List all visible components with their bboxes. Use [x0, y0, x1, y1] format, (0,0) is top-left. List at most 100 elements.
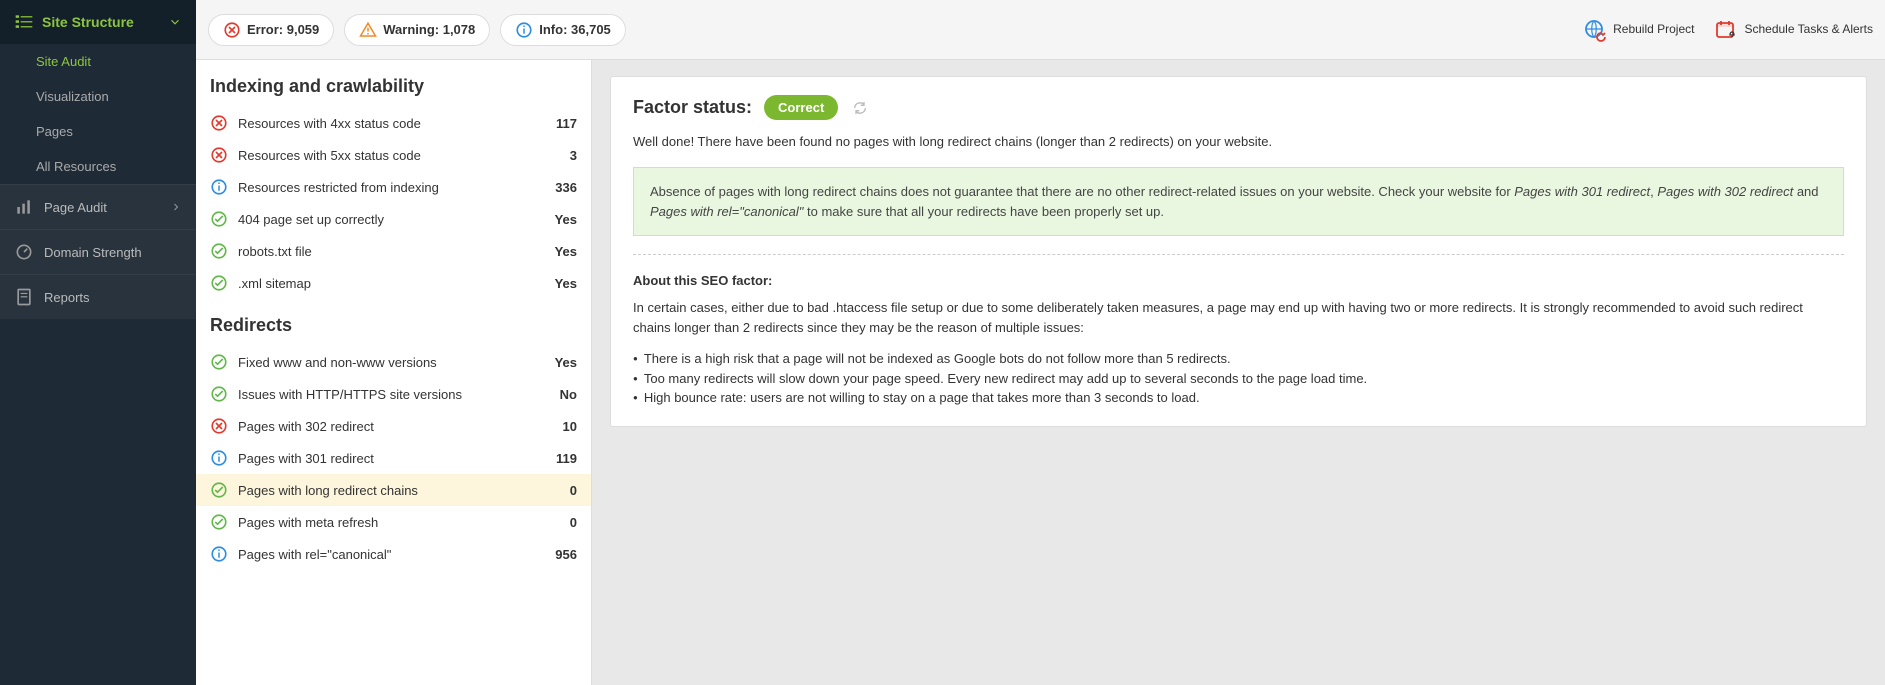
sidebar: Site Structure Site Audit Visualization … [0, 0, 196, 685]
factor-row[interactable]: Pages with rel="canonical"956 [196, 538, 591, 570]
factor-value: 3 [570, 148, 577, 163]
calendar-bell-icon [1714, 18, 1738, 42]
ok-icon [210, 481, 228, 499]
factor-label: Resources with 5xx status code [238, 148, 570, 163]
factor-row[interactable]: Resources with 5xx status code3 [196, 139, 591, 171]
category-indexing: Indexing and crawlability Resources with… [196, 60, 591, 299]
bullet-item: There is a high risk that a page will no… [633, 349, 1844, 369]
factor-value: 119 [556, 451, 577, 466]
info-icon [210, 178, 228, 196]
factor-value: 10 [563, 419, 577, 434]
action-schedule[interactable]: Schedule Tasks & Alerts [1714, 18, 1873, 42]
bullet-item: Too many redirects will slow down your p… [633, 369, 1844, 389]
nav-sub-site-audit[interactable]: Site Audit [0, 44, 196, 79]
factor-row[interactable]: Resources restricted from indexing336 [196, 171, 591, 203]
factor-value: Yes [555, 244, 577, 259]
factor-value: 956 [555, 547, 577, 562]
nav-sub-list: Site Audit Visualization Pages All Resou… [0, 44, 196, 184]
factor-row[interactable]: Resources with 4xx status code117 [196, 107, 591, 139]
site-structure-icon [14, 12, 34, 32]
factor-label: Resources with 4xx status code [238, 116, 556, 131]
error-icon [223, 21, 241, 39]
factor-label: Pages with 302 redirect [238, 419, 563, 434]
nav-sub-all-resources[interactable]: All Resources [0, 149, 196, 184]
factor-row[interactable]: Fixed www and non-www versionsYes [196, 346, 591, 378]
nav-sub-visualization[interactable]: Visualization [0, 79, 196, 114]
action-schedule-label: Schedule Tasks & Alerts [1744, 22, 1873, 36]
ok-icon [210, 210, 228, 228]
error-icon [210, 417, 228, 435]
error-icon [210, 146, 228, 164]
detail-panel: Factor status: Correct Well done! There … [592, 60, 1885, 685]
gauge-icon [14, 242, 34, 262]
nav-page-audit[interactable]: Page Audit [0, 184, 196, 229]
pill-info[interactable]: Info: 36,705 [500, 14, 626, 46]
pill-error-label: Error: 9,059 [247, 22, 319, 37]
factor-value: No [560, 387, 577, 402]
category-title: Redirects [196, 299, 591, 346]
category-title: Indexing and crawlability [196, 60, 591, 107]
nav-page-audit-label: Page Audit [44, 200, 107, 215]
factor-row[interactable]: 404 page set up correctlyYes [196, 203, 591, 235]
chevron-right-icon [170, 201, 182, 213]
refresh-icon[interactable] [852, 100, 868, 116]
factor-label: Issues with HTTP/HTTPS site versions [238, 387, 560, 402]
separator [633, 254, 1844, 255]
chevron-down-icon [168, 15, 182, 29]
factor-row[interactable]: Pages with meta refresh0 [196, 506, 591, 538]
factor-row[interactable]: robots.txt fileYes [196, 235, 591, 267]
factor-value: 0 [570, 515, 577, 530]
info-icon [210, 545, 228, 563]
factor-row[interactable]: .xml sitemapYes [196, 267, 591, 299]
factor-list-panel: Indexing and crawlability Resources with… [196, 60, 592, 685]
factor-row[interactable]: Pages with 302 redirect10 [196, 410, 591, 442]
about-paragraph: In certain cases, either due to bad .hta… [633, 298, 1844, 337]
nav-domain-strength-label: Domain Strength [44, 245, 142, 260]
main: Error: 9,059 Warning: 1,078 Info: 36,705 [196, 0, 1885, 685]
factor-value: Yes [555, 212, 577, 227]
factor-status-heading: Factor status: [633, 97, 752, 118]
ok-icon [210, 274, 228, 292]
factor-value: 336 [555, 180, 577, 195]
action-rebuild-project[interactable]: Rebuild Project [1583, 18, 1694, 42]
status-badge: Correct [764, 95, 838, 120]
info-icon [210, 449, 228, 467]
error-icon [210, 114, 228, 132]
warning-icon [359, 21, 377, 39]
nav-domain-strength[interactable]: Domain Strength [0, 229, 196, 274]
info-icon [515, 21, 533, 39]
nav-site-structure-label: Site Structure [42, 14, 134, 30]
factor-label: Pages with long redirect chains [238, 483, 570, 498]
pill-error[interactable]: Error: 9,059 [208, 14, 334, 46]
bullet-item: High bounce rate: users are not willing … [633, 388, 1844, 408]
globe-refresh-icon [1583, 18, 1607, 42]
factor-value: 117 [556, 116, 577, 131]
about-bullets: There is a high risk that a page will no… [633, 349, 1844, 408]
pill-warning[interactable]: Warning: 1,078 [344, 14, 490, 46]
factor-label: Fixed www and non-www versions [238, 355, 555, 370]
factor-label: .xml sitemap [238, 276, 555, 291]
about-heading: About this SEO factor: [633, 273, 1844, 288]
factor-row[interactable]: Issues with HTTP/HTTPS site versionsNo [196, 378, 591, 410]
factor-row[interactable]: Pages with 301 redirect119 [196, 442, 591, 474]
ok-icon [210, 353, 228, 371]
factor-value: Yes [555, 355, 577, 370]
nav-reports[interactable]: Reports [0, 274, 196, 319]
factor-row[interactable]: Pages with long redirect chains0 [196, 474, 591, 506]
ok-icon [210, 242, 228, 260]
pill-info-label: Info: 36,705 [539, 22, 611, 37]
note-box: Absence of pages with long redirect chai… [633, 167, 1844, 236]
nav-site-structure[interactable]: Site Structure [0, 0, 196, 44]
reports-icon [14, 287, 34, 307]
action-rebuild-label: Rebuild Project [1613, 22, 1694, 36]
ok-icon [210, 385, 228, 403]
factor-label: Pages with meta refresh [238, 515, 570, 530]
nav-sub-pages[interactable]: Pages [0, 114, 196, 149]
factor-value: 0 [570, 483, 577, 498]
factor-label: Pages with 301 redirect [238, 451, 556, 466]
detail-card: Factor status: Correct Well done! There … [610, 76, 1867, 427]
factor-value: Yes [555, 276, 577, 291]
factor-label: Pages with rel="canonical" [238, 547, 555, 562]
factor-label: 404 page set up correctly [238, 212, 555, 227]
factor-label: Resources restricted from indexing [238, 180, 555, 195]
